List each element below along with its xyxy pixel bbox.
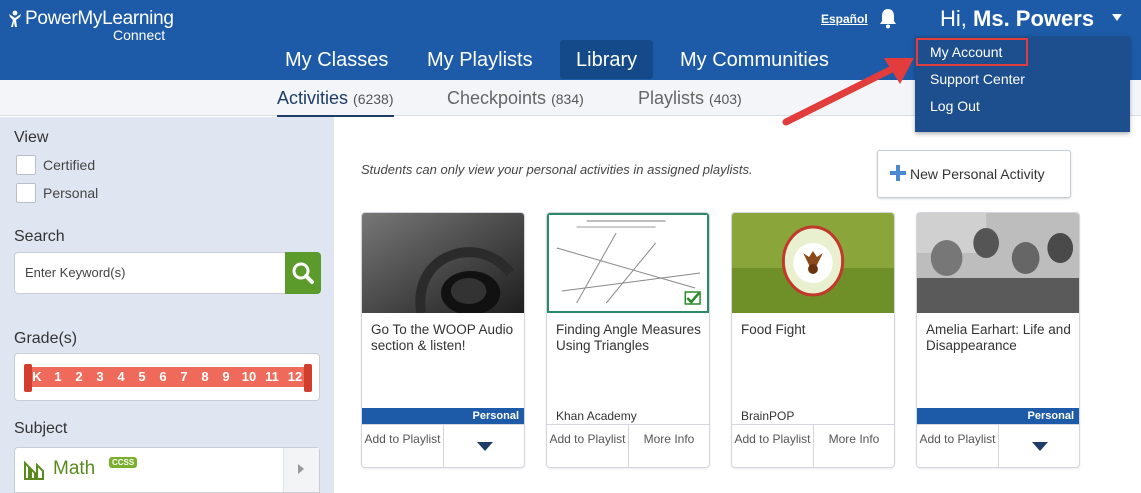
card-actions: Add to Playlist More Info (547, 424, 709, 467)
grade-label: 7 (180, 369, 188, 384)
grade-heading: Grade(s) (14, 330, 78, 347)
highlight-box (916, 38, 1028, 66)
menu-item-support-center[interactable]: Support Center (930, 71, 1025, 87)
card-title[interactable]: Amelia Earhart: Life and Disappearance (926, 322, 1071, 354)
more-info-button[interactable]: More Info (813, 425, 894, 467)
view-heading: View (14, 129, 49, 146)
personal-badge: Personal (917, 408, 1079, 424)
user-name: Ms. Powers (973, 6, 1095, 31)
grade-label: 2 (75, 369, 83, 384)
card-actions: Add to Playlist (917, 424, 1079, 467)
card-source: Khan Academy (556, 409, 637, 423)
tab-checkpoints-label: Checkpoints (447, 88, 547, 108)
subject-heading: Subject (14, 420, 68, 437)
card-source: BrainPOP (741, 409, 795, 423)
grade-label: 3 (96, 369, 104, 384)
subject-expand[interactable] (283, 448, 319, 492)
subject-label: Math (53, 458, 96, 479)
tab-checkpoints[interactable]: Checkpoints (834) (447, 88, 584, 115)
food-fight-thumbnail (732, 213, 894, 313)
caret-down-icon[interactable] (1112, 14, 1122, 21)
card-menu-button[interactable] (443, 425, 524, 467)
filter-sidebar: View Certified Personal Search Enter Key… (0, 117, 334, 493)
tab-activities-label: Activities (277, 88, 349, 108)
headphones-thumbnail (362, 213, 524, 313)
math-ruler-icon (24, 460, 44, 480)
plus-icon (890, 165, 906, 181)
certified-label: Certified (43, 157, 96, 173)
activity-card[interactable]: Finding Angle Measures Using Triangles K… (546, 212, 710, 468)
add-to-playlist-button[interactable]: Add to Playlist (547, 425, 628, 467)
search-heading: Search (14, 228, 65, 245)
search-icon (292, 262, 314, 284)
grade-label: 12 (287, 369, 303, 384)
certified-checkbox[interactable] (16, 155, 36, 175)
new-personal-activity-button[interactable]: New Personal Activity (877, 150, 1071, 198)
grade-label: 1 (54, 369, 62, 384)
nav-my-playlists[interactable]: My Playlists (411, 40, 549, 80)
tab-playlists-count: (403) (709, 91, 742, 107)
language-link[interactable]: Español (821, 12, 868, 26)
grade-label: 6 (159, 369, 167, 384)
caret-down-icon (1032, 442, 1048, 451)
caret-down-icon (477, 442, 493, 451)
view-option-personal[interactable]: Personal (16, 183, 98, 203)
photo-thumbnail (917, 213, 1079, 313)
activity-card[interactable]: Amelia Earhart: Life and Disappearance P… (916, 212, 1080, 468)
subject-math-item[interactable]: Math CCSS (14, 447, 320, 493)
personal-checkbox[interactable] (16, 183, 36, 203)
card-actions: Add to Playlist (362, 424, 524, 467)
nav-my-classes[interactable]: My Classes (269, 40, 404, 80)
grade-max-handle[interactable] (304, 364, 312, 392)
chevron-right-icon (298, 464, 304, 474)
ccss-badge: CCSS (109, 457, 138, 468)
card-title[interactable]: Food Fight (741, 322, 886, 338)
new-personal-activity-label: New Personal Activity (910, 166, 1045, 182)
grade-label: 10 (241, 369, 257, 384)
grade-label: 9 (222, 369, 230, 384)
greeting-prefix: Hi, (940, 6, 967, 31)
card-title[interactable]: Finding Angle Measures Using Triangles (556, 322, 701, 354)
personal-activity-notice: Students can only view your personal act… (361, 162, 753, 177)
activity-card[interactable]: Food Fight BrainPOP Add to Playlist More… (731, 212, 895, 468)
tab-activities[interactable]: Activities (6238) (277, 88, 394, 117)
tab-playlists[interactable]: Playlists (403) (638, 88, 742, 115)
tab-checkpoints-count: (834) (551, 91, 584, 107)
nav-my-communities[interactable]: My Communities (664, 40, 845, 80)
add-to-playlist-button[interactable]: Add to Playlist (732, 425, 813, 467)
grade-label: 8 (201, 369, 209, 384)
nav-library[interactable]: Library (560, 40, 654, 79)
search-button[interactable] (285, 252, 321, 294)
card-actions: Add to Playlist More Info (732, 424, 894, 467)
person-figure-icon (9, 10, 21, 27)
activity-card[interactable]: Go To the WOOP Audio section & listen! P… (361, 212, 525, 468)
tab-playlists-label: Playlists (638, 88, 705, 108)
tab-activities-count: (6238) (353, 91, 394, 107)
search-input[interactable]: Enter Keyword(s) (14, 252, 286, 294)
user-greeting[interactable]: Hi, Ms. Powers (940, 6, 1094, 32)
add-to-playlist-button[interactable]: Add to Playlist (362, 425, 443, 467)
grade-slider[interactable]: K 1 2 3 4 5 6 7 8 9 10 11 12 (14, 353, 320, 401)
card-menu-button[interactable] (998, 425, 1079, 467)
menu-item-log-out[interactable]: Log Out (930, 98, 980, 114)
grade-label: 5 (138, 369, 146, 384)
grade-label: 4 (117, 369, 125, 384)
powermylearning-logo[interactable]: PowerMyLearning Connect (8, 8, 174, 43)
grade-label: K (32, 369, 42, 384)
grade-label: 11 (265, 369, 279, 384)
add-to-playlist-button[interactable]: Add to Playlist (917, 425, 998, 467)
bell-icon[interactable] (878, 7, 898, 29)
personal-badge: Personal (362, 408, 524, 424)
personal-label: Personal (43, 185, 99, 201)
more-info-button[interactable]: More Info (628, 425, 709, 467)
card-title[interactable]: Go To the WOOP Audio section & listen! (371, 322, 516, 354)
geometry-thumbnail (547, 213, 709, 313)
view-option-certified[interactable]: Certified (16, 155, 95, 175)
